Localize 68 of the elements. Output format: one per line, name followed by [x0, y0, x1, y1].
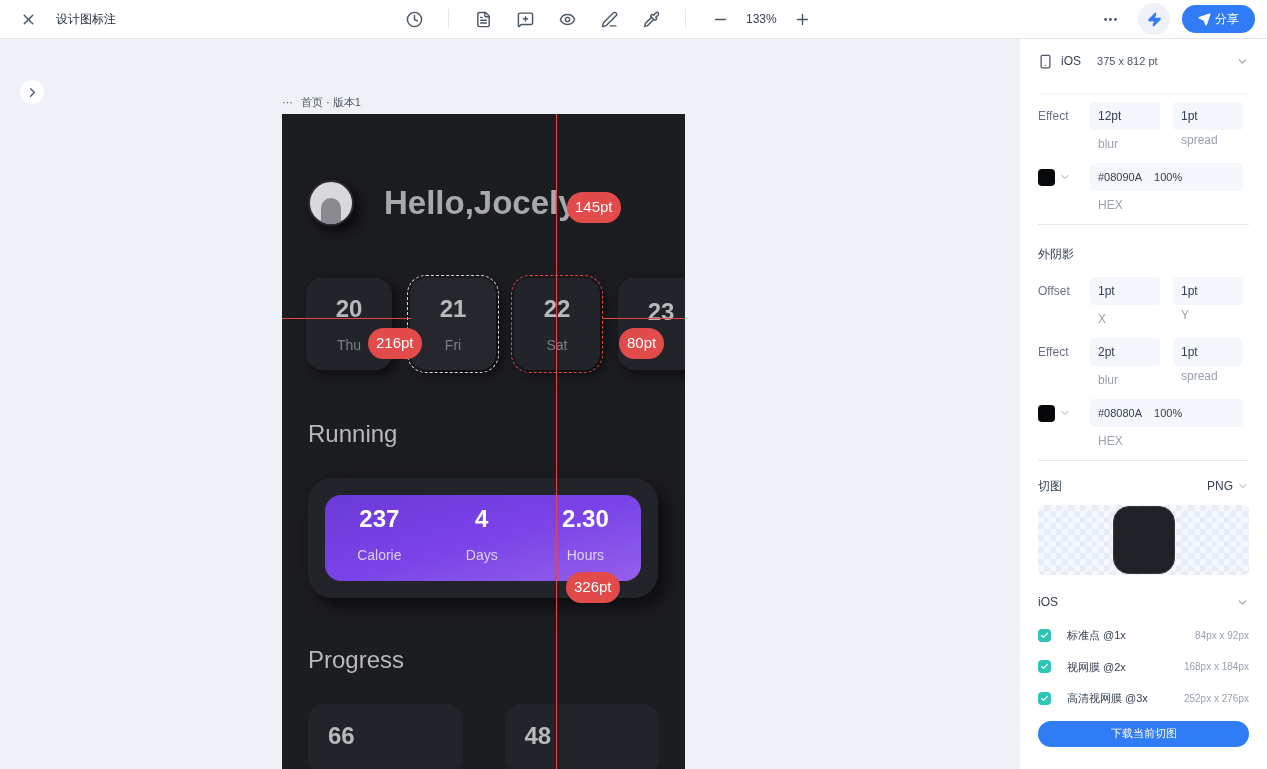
check-icon — [1040, 630, 1049, 640]
field-label: Effect — [1038, 108, 1070, 125]
stat-label: Days — [465, 546, 498, 566]
export-size: 168px x 184px — [1183, 660, 1249, 675]
zoom-level: 133% — [746, 11, 777, 28]
breadcrumb: 首页 · 版本1 — [301, 95, 361, 110]
send-icon — [1198, 12, 1211, 26]
window-title: 设计图标注 — [56, 11, 116, 28]
field-caption: blur — [1097, 137, 1119, 151]
date-number: 21 — [439, 294, 467, 324]
field-caption: HEX — [1097, 434, 1124, 448]
field-caption: X — [1097, 312, 1107, 326]
section-title: Progress — [308, 645, 406, 675]
export-scale: 标准点 @1x — [1067, 628, 1126, 643]
stat-value: 4 — [475, 504, 489, 535]
share-button[interactable]: 分享 — [1182, 5, 1255, 33]
device-name: iOS — [1061, 53, 1081, 70]
weekday: Thu — [336, 336, 362, 355]
more-dots[interactable]: ··· — [282, 94, 293, 111]
field-caption: spread — [1180, 368, 1219, 385]
progress-value: 66 — [328, 722, 355, 749]
lightning-button[interactable] — [1138, 3, 1170, 35]
stat-label: Calorie — [357, 546, 402, 566]
weekday: Fri — [444, 336, 462, 355]
value-field[interactable]: 1pt — [1090, 277, 1160, 305]
field-label: Effect — [1038, 344, 1070, 361]
expand-button[interactable] — [20, 80, 44, 104]
phone-icon — [1038, 53, 1053, 69]
value-field[interactable]: 1pt — [1173, 277, 1243, 305]
field-caption: spread — [1180, 132, 1219, 149]
field-label: Offset — [1038, 283, 1071, 300]
stat-label: Hours — [566, 546, 605, 566]
value-field[interactable]: 1pt — [1173, 338, 1243, 366]
color-field[interactable]: #08090A 100% — [1090, 163, 1243, 191]
lightning-icon — [1146, 11, 1162, 27]
color-swatch[interactable] — [1038, 168, 1055, 186]
measure-badge: 326pt — [566, 572, 620, 603]
checkbox[interactable] — [1038, 691, 1051, 705]
progress-value: 48 — [524, 722, 552, 749]
export-size: 252px x 276px — [1183, 691, 1249, 706]
color-field[interactable]: #08080A 100% — [1090, 399, 1243, 427]
section-title: Running — [308, 418, 399, 449]
platform-label: iOS — [1038, 594, 1058, 611]
device-size: 375 x 812 pt — [1097, 53, 1158, 69]
date-number: 20 — [335, 294, 363, 324]
check-icon — [1040, 693, 1049, 703]
stat-value: 2.30 — [562, 504, 609, 535]
slice-thumbnail — [1112, 506, 1175, 574]
check-icon — [1040, 662, 1049, 672]
measure-badge: 216pt — [368, 328, 422, 359]
field-caption: HEX — [1097, 198, 1124, 212]
field-caption: Y — [1180, 307, 1190, 324]
checkbox[interactable] — [1038, 660, 1051, 674]
download-button[interactable]: 下载当前切图 — [1038, 720, 1249, 747]
value-field[interactable]: 12pt — [1090, 102, 1160, 130]
value-field[interactable]: 1pt — [1173, 102, 1243, 130]
stat-value: 237 — [359, 504, 400, 535]
section-title: 切图 — [1038, 478, 1062, 495]
avatar — [308, 179, 354, 226]
section-title: 外阴影 — [1038, 246, 1075, 263]
color-swatch[interactable] — [1038, 404, 1055, 422]
export-scale: 高清视网膜 @3x — [1067, 691, 1148, 706]
value-field[interactable]: 2pt — [1090, 338, 1160, 366]
checkbox[interactable] — [1038, 628, 1051, 642]
field-caption: blur — [1097, 373, 1119, 387]
export-size: 84px x 92px — [1195, 628, 1249, 643]
format-dropdown[interactable]: PNG — [1207, 477, 1249, 495]
export-scale: 视网膜 @2x — [1067, 659, 1126, 675]
